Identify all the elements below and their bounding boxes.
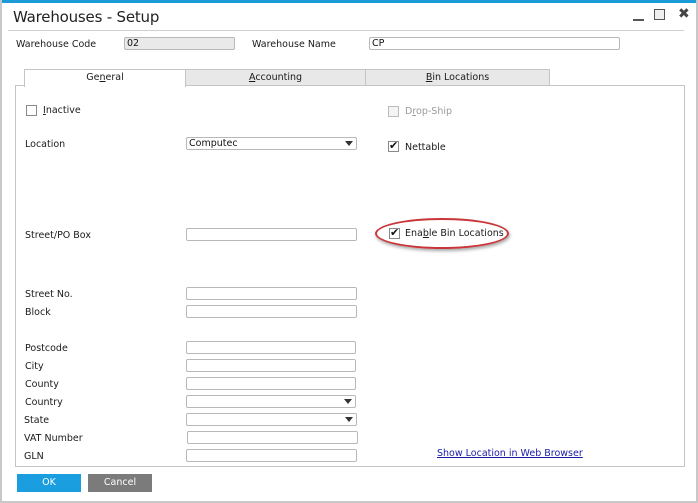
checkmark-icon: ✔: [390, 226, 400, 239]
tab-accounting-label-post: ccounting: [255, 72, 303, 83]
nettable-checkbox[interactable]: ✔: [388, 139, 399, 152]
state-dropdown[interactable]: [186, 413, 357, 426]
gln-label: GLN: [24, 451, 44, 462]
inactive-checkbox[interactable]: [26, 105, 37, 116]
block-field[interactable]: [186, 305, 357, 318]
enable-bin-locations-checkbox[interactable]: ✔: [389, 226, 400, 239]
street-no-field[interactable]: [186, 287, 357, 300]
location-value: Computec: [189, 138, 238, 149]
ok-button[interactable]: OK: [17, 474, 81, 492]
warehouse-name-label: Warehouse Name: [252, 39, 336, 50]
street-po-box-field[interactable]: [186, 228, 357, 241]
drop-ship-label: Drop-Ship: [405, 106, 452, 117]
enable-bin-locations-label-post: le Bin Locations: [428, 228, 504, 239]
warehouse-name-field[interactable]: CP: [369, 37, 620, 50]
country-label: Country: [25, 397, 63, 408]
inactive-label: Inactive: [43, 105, 81, 116]
warehouse-code-field[interactable]: 02: [124, 37, 235, 50]
chevron-down-icon: [344, 399, 352, 404]
inactive-label-rest: nactive: [45, 105, 81, 116]
street-no-label: Street No.: [25, 289, 73, 300]
tab-accounting[interactable]: Accounting: [185, 69, 366, 86]
window-title: Warehouses - Setup: [13, 8, 160, 26]
state-label: State: [24, 415, 50, 426]
chevron-down-icon: [345, 417, 353, 422]
cancel-button[interactable]: Cancel: [88, 474, 152, 492]
tab-bin-locations[interactable]: Bin Locations: [365, 69, 550, 86]
tab-general-label-post: eral: [105, 72, 124, 83]
tab-general-label-pre: Ge: [86, 72, 100, 83]
city-label: City: [25, 361, 44, 372]
enable-bin-locations-label-pre: Ena: [405, 228, 423, 239]
minimize-icon[interactable]: [633, 9, 645, 21]
enable-bin-locations-label: Enable Bin Locations: [405, 228, 504, 239]
maximize-icon[interactable]: [654, 9, 665, 20]
warehouse-code-label: Warehouse Code: [16, 39, 97, 50]
tab-bin-locations-label-post: in Locations: [432, 72, 490, 83]
county-label: County: [25, 379, 59, 390]
country-dropdown[interactable]: [186, 395, 356, 408]
location-dropdown[interactable]: Computec: [186, 137, 357, 150]
title-divider: [8, 30, 684, 31]
postcode-field[interactable]: [186, 341, 356, 354]
checkmark-icon: ✔: [389, 139, 399, 152]
warehouses-setup-window: Warehouses - Setup ✖ Warehouse Code 02 W…: [0, 0, 698, 503]
drop-ship-label-post: op-Ship: [416, 106, 453, 117]
chevron-down-icon: [345, 141, 353, 146]
window-accent-bar: [2, 0, 696, 3]
street-po-box-label: Street/PO Box: [25, 230, 91, 241]
tab-general[interactable]: General: [24, 69, 186, 87]
block-label: Block: [25, 307, 51, 318]
drop-ship-checkbox[interactable]: [388, 106, 399, 117]
show-location-in-web-browser-link[interactable]: Show Location in Web Browser: [437, 448, 583, 459]
county-field[interactable]: [186, 377, 356, 390]
postcode-label: Postcode: [25, 343, 68, 354]
gln-field[interactable]: [186, 449, 357, 462]
nettable-label: Nettable: [405, 142, 446, 153]
vat-number-label: VAT Number: [24, 433, 83, 444]
vat-number-field[interactable]: [187, 431, 358, 444]
city-field[interactable]: [186, 359, 356, 372]
location-label: Location: [25, 139, 66, 150]
close-icon[interactable]: ✖: [678, 7, 690, 21]
